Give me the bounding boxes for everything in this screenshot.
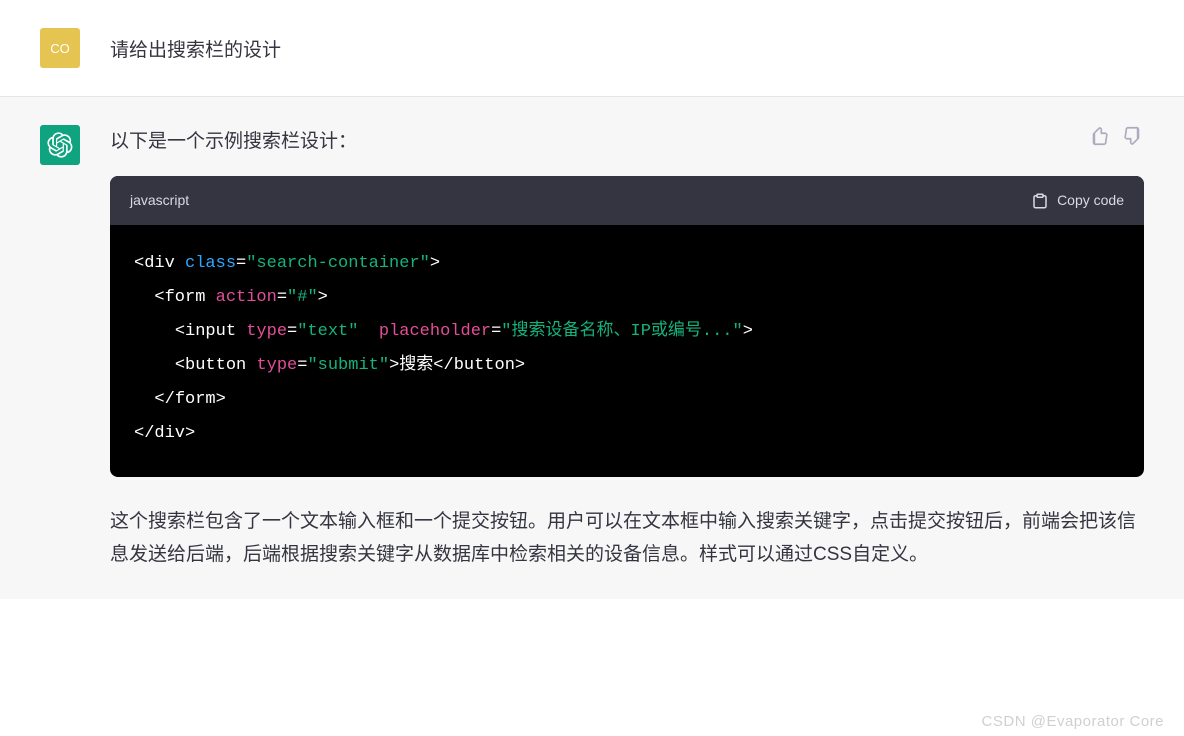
code-content[interactable]: <div class="search-container"> <form act… <box>110 225 1144 477</box>
feedback-buttons <box>1088 125 1144 147</box>
assistant-message-row: 以下是一个示例搜索栏设计： javascript Copy code <div … <box>0 97 1184 599</box>
copy-code-label: Copy code <box>1057 188 1124 213</box>
code-block: javascript Copy code <div class="search-… <box>110 176 1144 477</box>
thumbs-down-icon[interactable] <box>1122 125 1144 147</box>
user-avatar: CO <box>40 28 80 68</box>
assistant-avatar <box>40 125 80 165</box>
assistant-message-body: 以下是一个示例搜索栏设计： javascript Copy code <div … <box>110 125 1144 571</box>
thumbs-up-icon[interactable] <box>1088 125 1110 147</box>
user-message-row: CO 请给出搜索栏的设计 <box>0 0 1184 97</box>
assistant-explanation-text: 这个搜索栏包含了一个文本输入框和一个提交按钮。用户可以在文本框中输入搜索关键字，… <box>110 505 1144 572</box>
code-header: javascript Copy code <box>110 176 1144 225</box>
user-avatar-label: CO <box>50 41 70 56</box>
watermark: CSDN @Evaporator Core <box>982 713 1164 730</box>
clipboard-icon <box>1031 192 1049 210</box>
assistant-intro-text: 以下是一个示例搜索栏设计： <box>110 125 1144 158</box>
code-language-label: javascript <box>130 188 189 213</box>
copy-code-button[interactable]: Copy code <box>1031 188 1124 213</box>
openai-logo-icon <box>47 132 73 158</box>
user-message-text: 请给出搜索栏的设计 <box>110 28 1144 67</box>
